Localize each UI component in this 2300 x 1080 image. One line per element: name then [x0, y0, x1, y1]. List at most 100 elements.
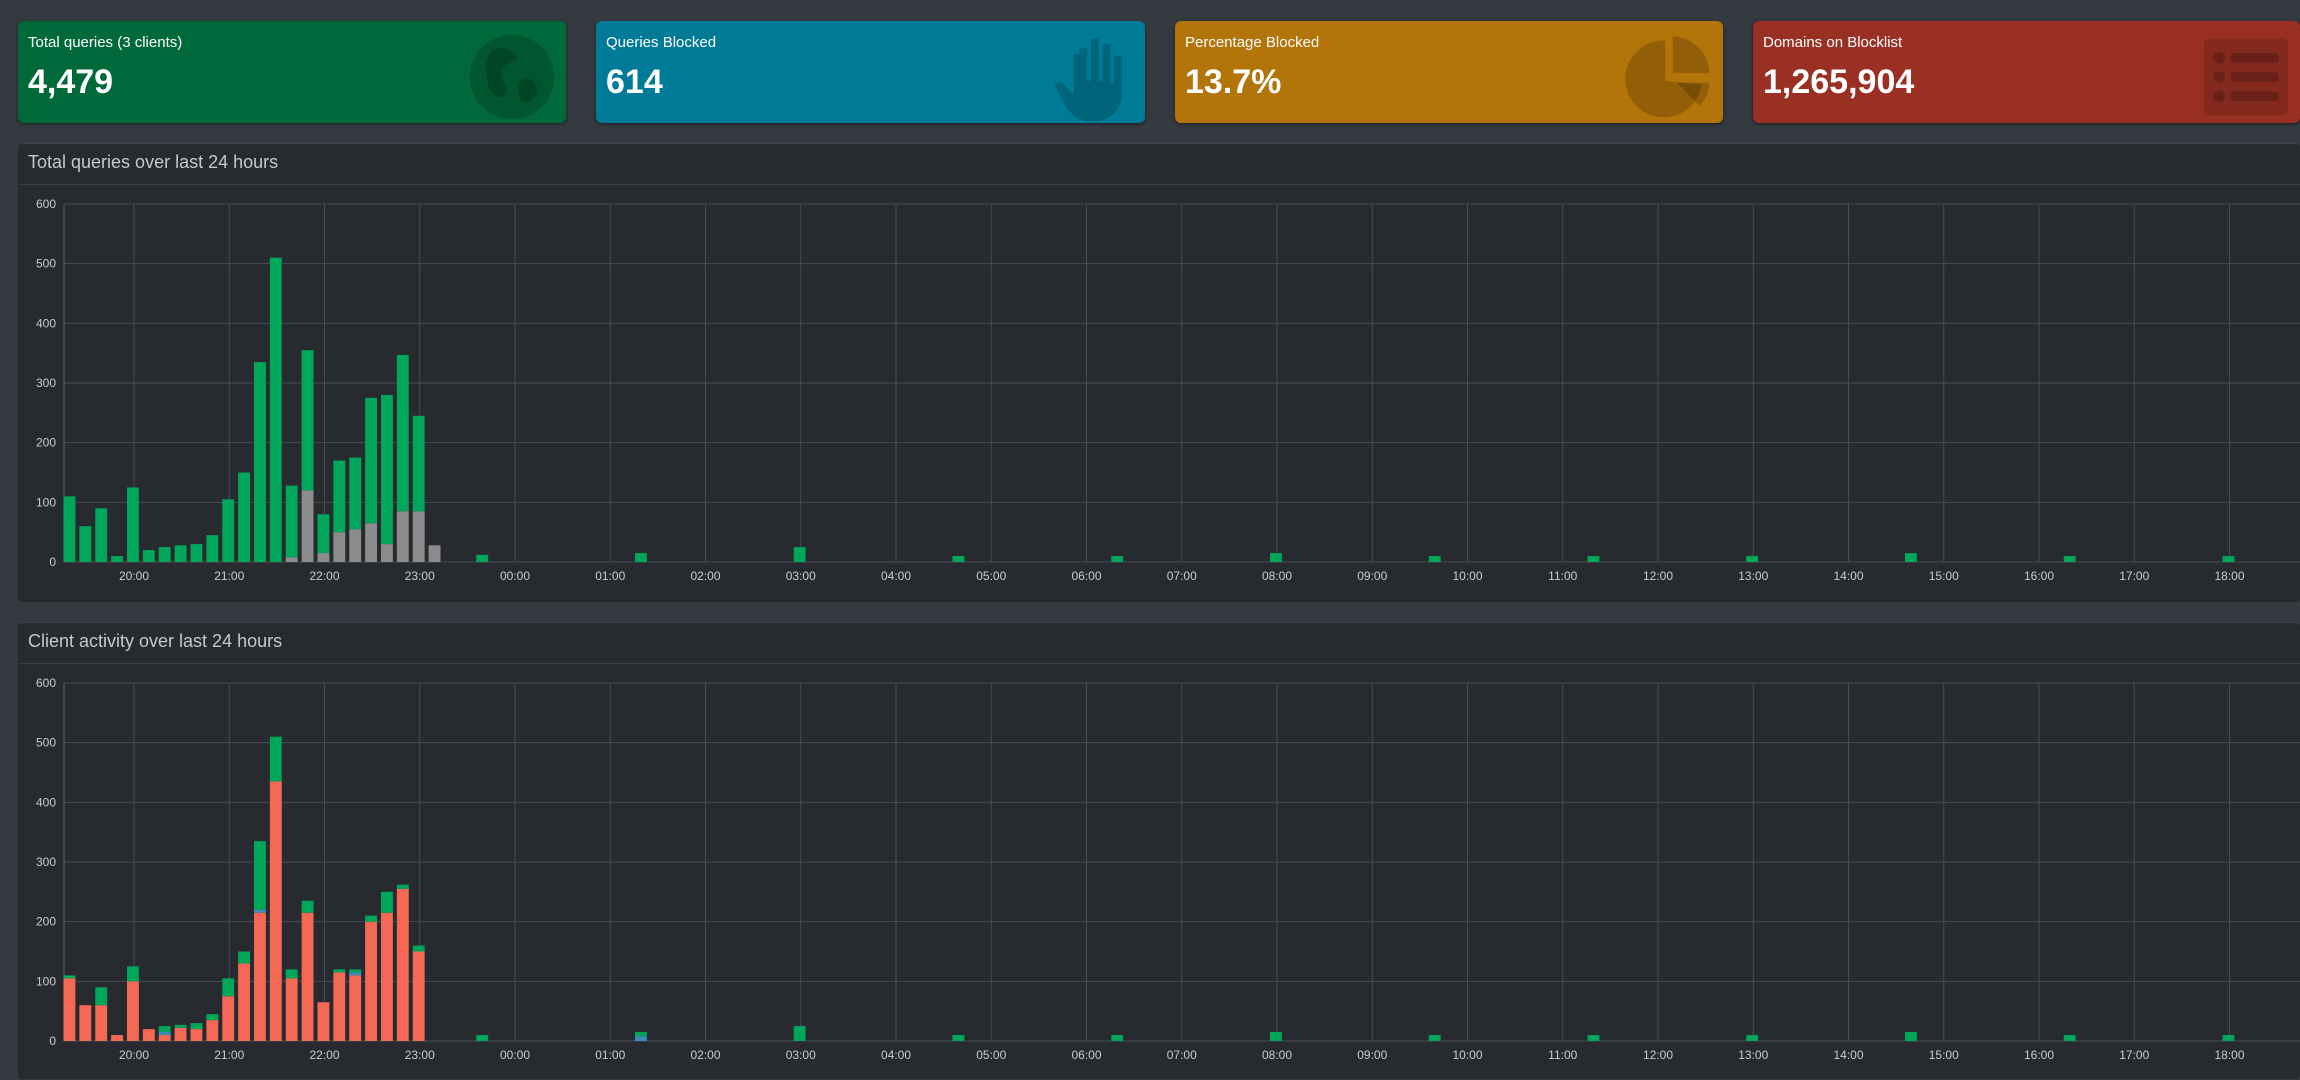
chart-bar[interactable] — [238, 963, 250, 1041]
chart-bar[interactable] — [365, 397, 377, 524]
chart-bar[interactable] — [95, 987, 108, 1006]
chart-bar[interactable] — [412, 415, 425, 512]
chart-bar[interactable] — [111, 556, 123, 562]
chart-bar[interactable] — [206, 1020, 219, 1041]
chart-bar[interactable] — [2063, 556, 2076, 562]
chart-bar[interactable] — [365, 523, 377, 562]
chart-bar[interactable] — [1111, 556, 1124, 562]
chart-bar[interactable] — [476, 1035, 489, 1041]
chart-bar[interactable] — [396, 354, 409, 512]
domains-on-blocklist-box[interactable]: Domains on Blocklist 1,265,904 — [1753, 21, 2300, 123]
chart-bar[interactable] — [63, 978, 76, 1041]
chart-bar[interactable] — [301, 900, 314, 913]
chart-bar[interactable] — [1270, 553, 1282, 562]
chart-bar[interactable] — [95, 508, 108, 562]
chart-bar[interactable] — [1428, 556, 1441, 562]
chart-bar[interactable] — [635, 1036, 647, 1041]
chart-bar[interactable] — [222, 499, 235, 562]
chart-bar[interactable] — [793, 547, 806, 562]
chart-bar[interactable] — [412, 945, 425, 952]
chart-bar[interactable] — [206, 1014, 219, 1021]
chart-bar[interactable] — [158, 1035, 171, 1041]
chart-bar[interactable] — [269, 736, 282, 782]
chart-bar[interactable] — [635, 1032, 647, 1037]
chart-bar[interactable] — [1587, 1035, 1600, 1041]
percentage-blocked-box[interactable]: Percentage Blocked 13.7% — [1175, 21, 1723, 123]
chart-bar[interactable] — [333, 532, 346, 562]
chart-bar[interactable] — [2063, 1035, 2076, 1041]
chart-bar[interactable] — [333, 969, 346, 973]
chart-bar[interactable] — [127, 981, 139, 1041]
chart-bar[interactable] — [206, 535, 219, 562]
chart-bar[interactable] — [2222, 1035, 2235, 1041]
chart-bar[interactable] — [476, 554, 489, 562]
chart-bar[interactable] — [349, 457, 362, 530]
chart-bar[interactable] — [333, 460, 346, 533]
chart-bar[interactable] — [238, 472, 250, 563]
chart-bar[interactable] — [158, 1026, 171, 1033]
chart-bar[interactable] — [190, 1023, 203, 1030]
chart-bar[interactable] — [317, 553, 330, 562]
chart-bar[interactable] — [174, 1024, 187, 1028]
chart-bar[interactable] — [190, 544, 203, 562]
chart-bar[interactable] — [222, 996, 235, 1041]
chart-bar[interactable] — [1428, 1035, 1441, 1041]
chart-bar[interactable] — [63, 496, 76, 562]
chart-bar[interactable] — [301, 490, 314, 562]
chart-bar[interactable] — [254, 841, 266, 910]
chart-bar[interactable] — [127, 966, 139, 982]
chart-bar[interactable] — [349, 529, 362, 562]
chart-bar[interactable] — [222, 978, 235, 997]
chart-bar[interactable] — [1746, 1035, 1759, 1041]
chart-bar[interactable] — [1587, 556, 1600, 562]
chart-bar[interactable] — [63, 975, 76, 979]
chart-bar[interactable] — [1905, 1032, 1917, 1041]
chart-bar[interactable] — [317, 514, 330, 554]
queries-blocked-box[interactable]: Queries Blocked 614 — [596, 21, 1145, 123]
chart-bar[interactable] — [333, 972, 346, 1041]
chart-bar[interactable] — [635, 553, 647, 562]
chart-bar[interactable] — [269, 257, 282, 562]
chart-bar[interactable] — [127, 487, 139, 562]
chart-bar[interactable] — [381, 394, 393, 545]
chart-bar[interactable] — [381, 891, 393, 913]
chart-bar[interactable] — [158, 1032, 171, 1036]
chart-bar[interactable] — [95, 1005, 108, 1041]
chart-bar[interactable] — [254, 362, 266, 562]
chart-bar[interactable] — [254, 909, 266, 913]
chart-bar[interactable] — [79, 1005, 92, 1041]
chart-bar[interactable] — [142, 550, 155, 562]
chart-bar[interactable] — [952, 1035, 965, 1041]
chart-bar[interactable] — [365, 915, 377, 922]
chart-bar[interactable] — [349, 975, 362, 1041]
chart-bar[interactable] — [793, 1026, 806, 1041]
chart-bar[interactable] — [301, 350, 314, 491]
chart-bar[interactable] — [396, 888, 409, 1041]
chart-bar[interactable] — [174, 545, 187, 562]
chart-bar[interactable] — [952, 556, 965, 562]
chart-bar[interactable] — [1905, 553, 1917, 562]
chart-bar[interactable] — [301, 912, 314, 1041]
chart-bar[interactable] — [2222, 556, 2235, 562]
chart-bar[interactable] — [285, 969, 298, 979]
chart-bar[interactable] — [349, 969, 362, 973]
chart-bar[interactable] — [365, 921, 377, 1041]
chart-bar[interactable] — [238, 951, 250, 964]
chart-bar[interactable] — [381, 544, 393, 562]
chart-bar[interactable] — [412, 511, 425, 562]
chart-bar[interactable] — [285, 978, 298, 1041]
chart-bar[interactable] — [349, 972, 362, 976]
chart-bar[interactable] — [317, 1002, 330, 1041]
chart-bar[interactable] — [111, 1035, 123, 1041]
chart-bar[interactable] — [174, 1027, 187, 1041]
chart-bar[interactable] — [269, 781, 282, 1041]
chart-bar[interactable] — [285, 485, 298, 558]
chart-bar[interactable] — [1746, 556, 1759, 562]
chart-bar[interactable] — [79, 526, 92, 562]
chart-bar[interactable] — [396, 884, 409, 889]
chart-bar[interactable] — [1111, 1035, 1124, 1041]
total-queries-box[interactable]: Total queries (3 clients) 4,479 — [18, 21, 566, 123]
chart-bar[interactable] — [412, 951, 425, 1042]
chart-bar[interactable] — [190, 1029, 203, 1041]
chart-bar[interactable] — [254, 912, 266, 1041]
